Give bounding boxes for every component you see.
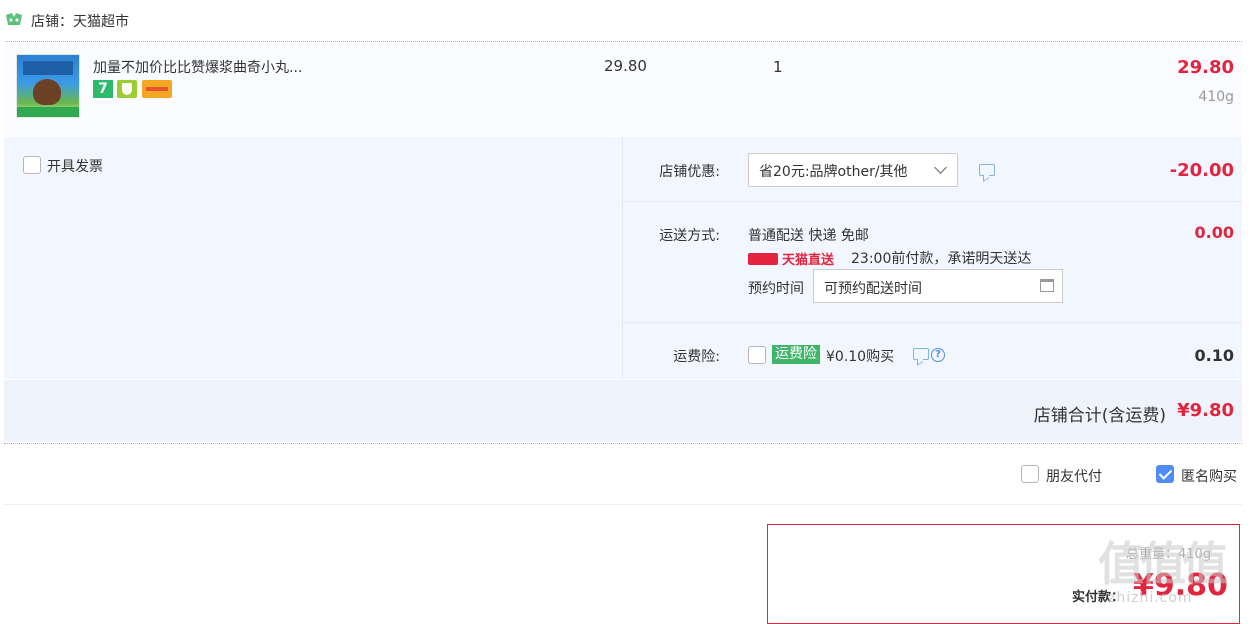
shipping-amount: 0.00 xyxy=(1194,223,1234,242)
tmall-logo-icon xyxy=(748,253,778,265)
product-thumbnail[interactable] xyxy=(16,54,80,118)
shipping-method: 普通配送 快递 免邮 xyxy=(748,228,869,244)
credit-card-icon xyxy=(142,80,172,98)
insurance-label: 运费险: xyxy=(673,349,720,365)
appointment-time-placeholder: 可预约配送时间 xyxy=(824,281,922,297)
watermark-url: zhizhi.com xyxy=(1108,590,1193,606)
calendar-icon[interactable] xyxy=(1040,279,1054,292)
anonymous-label[interactable]: 匿名购买 xyxy=(1181,466,1237,486)
subtotal-label: 店铺合计(含运费) xyxy=(1033,406,1166,426)
store-discount-amount: -20.00 xyxy=(1169,160,1234,181)
product-title[interactable]: 加量不加价比比赞爆浆曲奇小丸... xyxy=(93,57,302,77)
tmall-direct-badge: 天猫直送 xyxy=(748,249,834,268)
subtotal-divider xyxy=(4,443,1242,444)
insurance-tag: 运费险 xyxy=(772,345,820,364)
chat-icon[interactable] xyxy=(979,164,995,176)
invoice-checkbox[interactable] xyxy=(23,156,41,174)
store-discount-value: 省20元:品牌other/其他 xyxy=(759,164,908,180)
store-discount-select[interactable]: 省20元:品牌other/其他 xyxy=(748,153,958,187)
shop-name[interactable]: 店铺：天猫超市 xyxy=(31,11,129,31)
shop-header xyxy=(0,0,1252,40)
store-discount-label: 店铺优惠: xyxy=(659,164,720,180)
insurance-amount: 0.10 xyxy=(1194,346,1234,365)
insurance-price: ¥0.10购买 xyxy=(826,349,895,365)
seven-day-return-icon: 7 xyxy=(93,80,113,98)
friend-pay-checkbox[interactable] xyxy=(1021,465,1039,483)
item-weight: 410g xyxy=(1198,89,1234,105)
anonymous-checkbox[interactable] xyxy=(1156,465,1174,483)
unit-price: 29.80 xyxy=(604,57,647,75)
shipping-label: 运送方式: xyxy=(659,228,720,244)
chevron-down-icon xyxy=(934,161,947,174)
help-icon[interactable]: ? xyxy=(931,348,945,362)
guarantee-icon xyxy=(117,80,137,98)
quantity: 1 xyxy=(773,58,783,76)
options-row-divider xyxy=(623,322,1242,323)
footer-divider xyxy=(4,504,1242,505)
tmall-shop-icon xyxy=(6,13,22,25)
chat-icon[interactable] xyxy=(913,348,929,360)
insurance-checkbox[interactable] xyxy=(748,346,766,364)
item-total: 29.80 xyxy=(1177,57,1234,78)
delivery-promise: 23:00前付款，承诺明天送达 xyxy=(851,251,1032,267)
subtotal-value: ¥9.80 xyxy=(1177,400,1234,421)
friend-pay-label[interactable]: 朋友代付 xyxy=(1046,466,1102,486)
options-row-divider xyxy=(623,201,1242,202)
invoice-label[interactable]: 开具发票 xyxy=(47,156,103,176)
appointment-label: 预约时间 xyxy=(748,281,804,297)
watermark-logo: 值值值 xyxy=(1098,537,1228,591)
appointment-time-field[interactable]: 可预约配送时间 xyxy=(813,269,1063,303)
